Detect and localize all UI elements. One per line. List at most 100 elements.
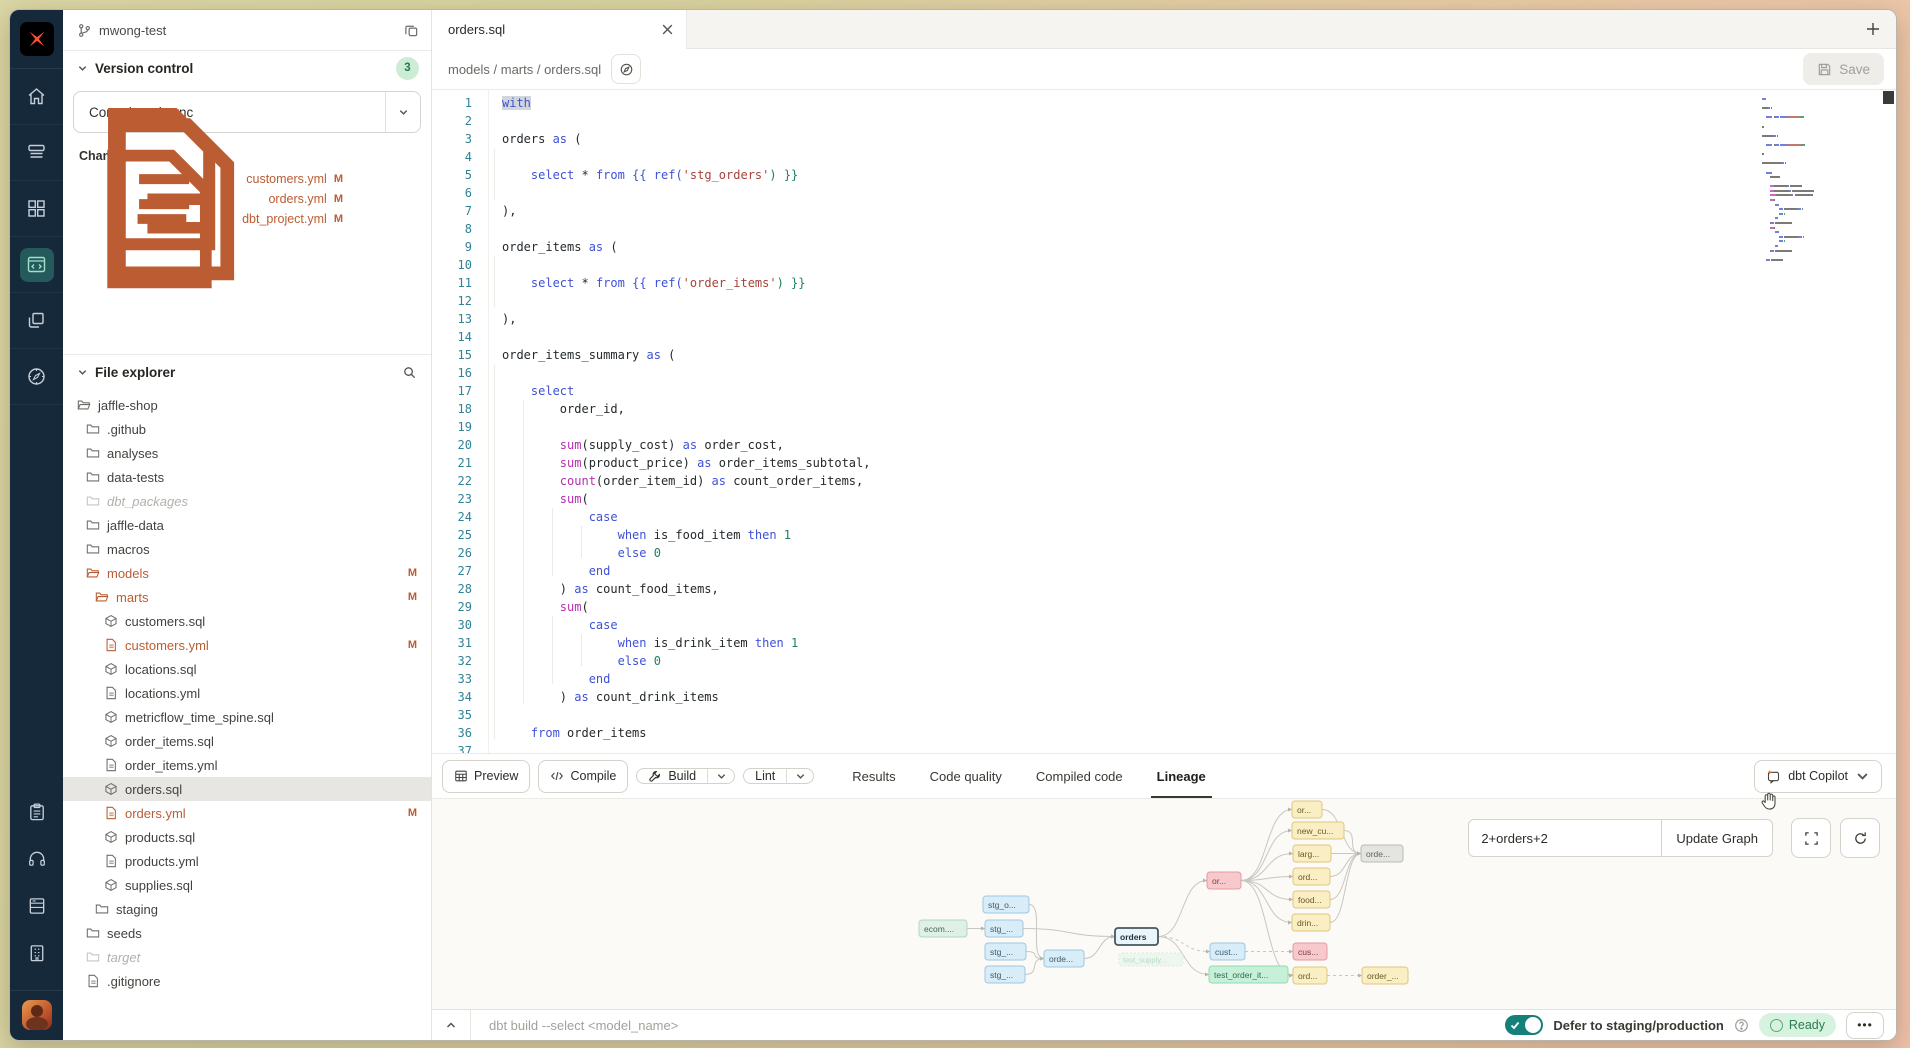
tree-item-.gitignore[interactable]: .gitignore (63, 969, 431, 993)
tree-item-jaffle-data[interactable]: jaffle-data (63, 513, 431, 537)
sidebar-item-stack[interactable] (10, 125, 63, 181)
tree-item-analyses[interactable]: analyses (63, 441, 431, 465)
close-icon[interactable] (661, 23, 674, 36)
tree-item-label: dbt_packages (107, 494, 188, 509)
sidebar-item-clipboard[interactable] (27, 802, 47, 827)
tree-item-products.yml[interactable]: products.yml (63, 849, 431, 873)
lineage-node-stg_[interactable]: stg_... (985, 966, 1025, 983)
tree-item-order_items.yml[interactable]: order_items.yml (63, 753, 431, 777)
tree-item-supplies.sql[interactable]: supplies.sql (63, 873, 431, 897)
command-input[interactable]: dbt build --select <model_name> (471, 1018, 1505, 1033)
sidebar-item-gauge[interactable] (10, 349, 63, 405)
code-area[interactable]: withorders as ( select * from {{ ref('st… (488, 90, 1896, 753)
user-avatar[interactable] (10, 990, 63, 1030)
build-button[interactable]: Build (637, 769, 707, 783)
tree-item-products.sql[interactable]: products.sql (63, 825, 431, 849)
code-editor[interactable]: 1234567891011121314151617181920212223242… (432, 90, 1896, 753)
tree-item-target[interactable]: target (63, 945, 431, 969)
code-line-2 (502, 112, 1896, 130)
tree-item-locations.sql[interactable]: locations.sql (63, 657, 431, 681)
commit-dropdown[interactable] (385, 92, 420, 132)
lineage-node-new_cu[interactable]: new_cu... (1292, 822, 1344, 839)
tree-item-dbt_packages[interactable]: dbt_packages (63, 489, 431, 513)
lineage-node-ord[interactable]: ord... (1293, 967, 1327, 984)
lineage-node-or[interactable]: or... (1207, 872, 1241, 889)
lineage-node-cus[interactable]: cus... (1293, 943, 1327, 960)
lineage-node-stg_o[interactable]: stg_o... (983, 896, 1029, 913)
command-bar-expand[interactable] (432, 1010, 470, 1040)
defer-toggle[interactable] (1505, 1015, 1543, 1035)
results-tab-results[interactable]: Results (852, 754, 895, 798)
dbt-copilot-button[interactable]: dbt Copilot (1754, 760, 1882, 793)
sidebar-item-server[interactable] (27, 896, 47, 921)
lineage-node-cust[interactable]: cust... (1210, 943, 1245, 960)
tab-orders-sql[interactable]: orders.sql (432, 10, 687, 49)
tree-item-staging[interactable]: staging (63, 897, 431, 921)
new-tab-button[interactable] (1850, 10, 1896, 48)
lineage-node-ord[interactable]: ord... (1293, 868, 1330, 885)
tree-item-customers.yml[interactable]: customers.ymlM (63, 633, 431, 657)
lint-dropdown[interactable] (786, 769, 813, 783)
tree-item-orders.sql[interactable]: orders.sql (63, 777, 431, 801)
tree-item-orders.yml[interactable]: orders.ymlM (63, 801, 431, 825)
tree-item-jaffle-shop[interactable]: jaffle-shop (63, 393, 431, 417)
sidebar-item-home[interactable] (10, 69, 63, 125)
results-tab-code-quality[interactable]: Code quality (930, 754, 1002, 798)
lineage-node-stg_[interactable]: stg_... (985, 920, 1023, 937)
tree-item-order_items.sql[interactable]: order_items.sql (63, 729, 431, 753)
save-button[interactable]: Save (1803, 53, 1884, 85)
modified-badge: M (408, 639, 417, 651)
fullscreen-icon (1804, 831, 1819, 846)
dbt-logo[interactable] (10, 10, 63, 69)
app-sidebar (10, 10, 63, 1040)
sidebar-item-building[interactable] (27, 943, 47, 968)
lineage-node-orde[interactable]: orde... (1361, 845, 1403, 862)
lineage-edge-testo-y7 (1288, 975, 1294, 976)
update-graph-button[interactable]: Update Graph (1662, 819, 1773, 857)
lint-button[interactable]: Lint (744, 769, 786, 783)
editor-scrollbar[interactable] (1883, 91, 1894, 104)
tree-item-.github[interactable]: .github (63, 417, 431, 441)
copy-icon[interactable] (404, 23, 419, 38)
lineage-node-food[interactable]: food... (1293, 891, 1330, 908)
results-tab-lineage[interactable]: Lineage (1157, 754, 1206, 798)
lineage-node-orders[interactable]: orders (1115, 928, 1158, 945)
results-tab-compiled-code[interactable]: Compiled code (1036, 754, 1123, 798)
sidebar-item-headset[interactable] (27, 849, 47, 874)
fullscreen-button[interactable] (1791, 818, 1831, 858)
lineage-selector-input[interactable]: 2+orders+2 (1468, 819, 1662, 857)
search-icon[interactable] (402, 365, 417, 380)
file-explorer-header[interactable]: File explorer (63, 355, 431, 389)
tree-item-locations.yml[interactable]: locations.yml (63, 681, 431, 705)
lineage-node-test_order_it[interactable]: test_order_it... (1209, 966, 1288, 983)
more-options-button[interactable]: ••• (1846, 1012, 1884, 1039)
tree-item-metricflow_time_spine.sql[interactable]: metricflow_time_spine.sql (63, 705, 431, 729)
folder-open-icon (77, 398, 91, 412)
lineage-node-larg[interactable]: larg... (1293, 845, 1331, 862)
minimap[interactable] (1762, 98, 1826, 268)
compile-button[interactable]: Compile (538, 760, 628, 793)
tree-item-macros[interactable]: macros (63, 537, 431, 561)
version-control-header[interactable]: Version control 3 (63, 51, 431, 85)
lineage-node-orde[interactable]: orde... (1044, 950, 1084, 967)
help-icon[interactable] (1734, 1018, 1749, 1033)
refresh-button[interactable] (1840, 818, 1880, 858)
lineage-node-drin[interactable]: drin... (1292, 914, 1330, 931)
sidebar-item-windows[interactable] (10, 293, 63, 349)
go-to-node-button[interactable] (611, 54, 641, 84)
tree-item-marts[interactable]: martsM (63, 585, 431, 609)
lineage-node-order_[interactable]: order_... (1362, 967, 1408, 984)
lineage-node-stg_[interactable]: stg_... (985, 943, 1026, 960)
tree-item-seeds[interactable]: seeds (63, 921, 431, 945)
sidebar-item-grid[interactable] (10, 181, 63, 237)
clipboard-icon (27, 802, 47, 822)
tree-item-models[interactable]: modelsM (63, 561, 431, 585)
tree-item-data-tests[interactable]: data-tests (63, 465, 431, 489)
status-ready-badge[interactable]: Ready (1759, 1013, 1836, 1037)
build-dropdown[interactable] (707, 769, 734, 783)
lineage-node-or[interactable]: or... (1292, 801, 1322, 818)
tree-item-customers.sql[interactable]: customers.sql (63, 609, 431, 633)
lineage-node-ecom[interactable]: ecom.... (919, 920, 967, 937)
preview-button[interactable]: Preview (442, 760, 530, 793)
sidebar-item-develop[interactable] (10, 237, 63, 293)
